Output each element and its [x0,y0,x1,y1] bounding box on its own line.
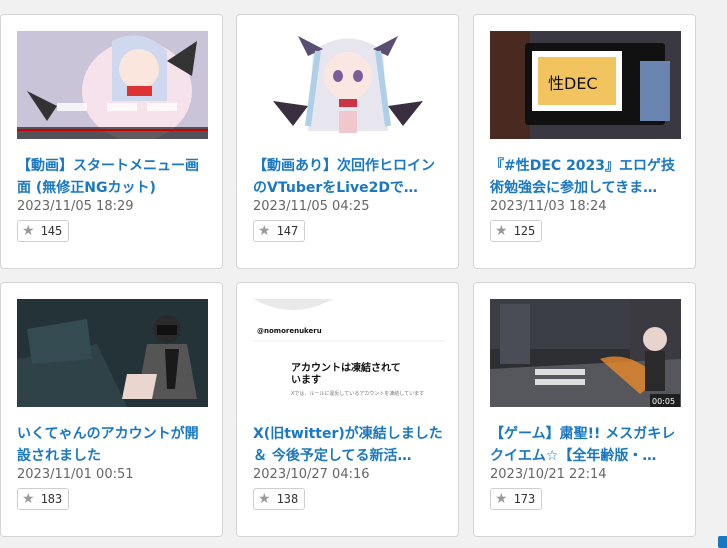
suspended-account-screenshot-icon: @nomorenukeru アカウントは凍結されて います Xでは、ルールに違反… [253,299,444,407]
like-count: 125 [513,224,536,238]
star-icon: ★ [22,223,35,239]
post-title[interactable]: 【動画】スタートメニュー画面 (無修正NGカット) [17,155,210,199]
post-date: 2023/11/03 18:24 [490,199,607,214]
post-date: 2023/11/05 04:25 [253,199,370,214]
post-date: 2023/10/21 22:14 [490,467,607,482]
like-count: 147 [276,224,299,238]
like-count: 145 [40,224,63,238]
anime-girl-thumbnail-icon [17,31,208,139]
anime-girl-thumbnail-icon [17,299,208,407]
post-title[interactable]: 【ゲーム】粛聖!! メスガキレクイエム☆【全年齢版・… [490,423,683,467]
star-icon: ★ [495,223,508,239]
like-button[interactable]: ★ 173 [490,488,543,510]
star-icon: ★ [22,491,35,507]
scroll-to-top-button[interactable] [718,536,727,548]
post-date: 2023/10/27 04:16 [253,467,370,482]
post-thumbnail[interactable]: 性DEC [490,31,681,139]
post-card[interactable]: いくてゃんのアカウントが開設されました 2023/11/01 00:51 ★ 1… [0,282,223,537]
star-icon: ★ [258,491,271,507]
post-title[interactable]: X(旧twitter)が凍結しました ＆ 今後予定してる新活… [253,423,446,467]
like-button[interactable]: ★ 147 [253,220,306,242]
post-thumbnail[interactable] [253,31,444,139]
post-card[interactable]: 【動画】スタートメニュー画面 (無修正NGカット) 2023/11/05 18:… [0,14,223,269]
anime-girl-thumbnail-icon [253,31,444,139]
like-count: 183 [40,492,63,506]
like-count: 173 [513,492,536,506]
game-screenshot-icon: 00:05 [490,299,681,407]
star-icon: ★ [258,223,271,239]
star-icon: ★ [495,491,508,507]
like-count: 138 [276,492,299,506]
post-card[interactable]: 性DEC 『#性DEC 2023』エロゲ技術勉強会に参加してきま… 2023/1… [473,14,696,269]
post-date: 2023/11/05 18:29 [17,199,134,214]
like-button[interactable]: ★ 183 [17,488,70,510]
post-title[interactable]: いくてゃんのアカウントが開設されました [17,423,210,467]
event-sign-photo-icon: 性DEC [490,31,681,139]
post-date: 2023/11/01 00:51 [17,467,134,482]
post-thumbnail[interactable] [17,299,208,407]
like-button[interactable]: ★ 125 [490,220,543,242]
suspended-handle: @nomorenukeru [257,327,322,335]
post-title[interactable]: 【動画あり】次回作ヒロインのVTuberをLive2Dで… [253,155,446,199]
suspended-subtext: Xでは、ルールに違反しているアカウントを凍結しています [291,390,424,397]
post-title[interactable]: 『#性DEC 2023』エロゲ技術勉強会に参加してきま… [490,155,683,199]
like-button[interactable]: ★ 138 [253,488,306,510]
post-thumbnail[interactable] [17,31,208,139]
like-button[interactable]: ★ 145 [17,220,70,242]
sign-text: 性DEC [548,74,598,93]
video-timestamp: 00:05 [652,397,675,406]
post-card[interactable]: 00:05 【ゲーム】粛聖!! メスガキレクイエム☆【全年齢版・… 2023/1… [473,282,696,537]
post-thumbnail[interactable]: 00:05 [490,299,681,407]
post-card[interactable]: @nomorenukeru アカウントは凍結されて います Xでは、ルールに違反… [236,282,459,537]
post-thumbnail[interactable]: @nomorenukeru アカウントは凍結されて います Xでは、ルールに違反… [253,299,444,407]
post-card[interactable]: 【動画あり】次回作ヒロインのVTuberをLive2Dで… 2023/11/05… [236,14,459,269]
